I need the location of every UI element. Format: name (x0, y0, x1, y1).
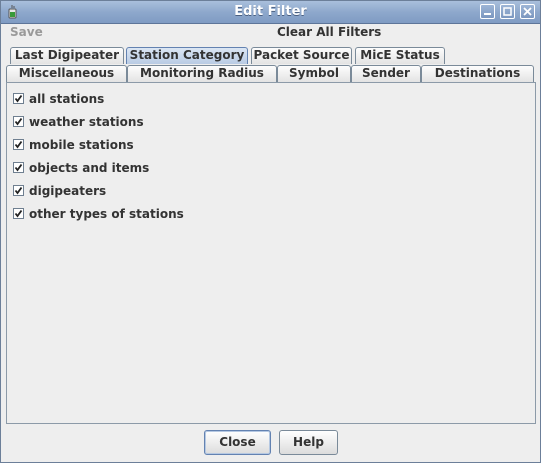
tab-sender[interactable]: Sender (351, 65, 421, 82)
checkbox-checked-icon[interactable] (13, 139, 24, 150)
close-icon[interactable] (520, 4, 535, 19)
help-button[interactable]: Help (279, 430, 338, 455)
checkbox-label: other types of stations (29, 207, 184, 221)
title-bar[interactable]: Edit Filter (1, 1, 540, 24)
minimize-icon[interactable] (480, 4, 495, 19)
checkbox-checked-icon[interactable] (13, 93, 24, 104)
checkbox-label: digipeaters (29, 184, 107, 198)
edit-filter-window: Edit Filter Save Clear All Filters Last … (0, 0, 541, 463)
maximize-icon[interactable] (500, 4, 515, 19)
checkbox-label: objects and items (29, 161, 150, 175)
tab-last-digipeater[interactable]: Last Digipeater (10, 47, 124, 64)
tab-miscellaneous[interactable]: Miscellaneous (6, 65, 127, 82)
station-category-panel: all stations weather stations mobile sta… (6, 82, 536, 424)
save-menu-item: Save (10, 25, 43, 39)
clear-all-filters-menu-item[interactable]: Clear All Filters (277, 25, 381, 39)
tab-station-category[interactable]: Station Category (126, 47, 248, 64)
tab-symbol[interactable]: Symbol (277, 65, 351, 82)
tab-destinations[interactable]: Destinations (421, 65, 534, 82)
tab-monitoring-radius[interactable]: Monitoring Radius (127, 65, 277, 82)
checkbox-checked-icon[interactable] (13, 116, 24, 127)
close-button[interactable]: Close (204, 430, 271, 455)
tab-mice-status[interactable]: MicE Status (355, 47, 445, 64)
checkbox-checked-icon[interactable] (13, 185, 24, 196)
checkbox-label: all stations (29, 92, 105, 106)
checkbox-checked-icon[interactable] (13, 208, 24, 219)
window-title: Edit Filter (234, 4, 307, 19)
tab-packet-source[interactable]: Packet Source (251, 47, 352, 64)
checkbox-label: weather stations (29, 115, 144, 129)
menu-bar: Save Clear All Filters (1, 24, 540, 43)
checkbox-checked-icon[interactable] (13, 162, 24, 173)
checkbox-label: mobile stations (29, 138, 134, 152)
